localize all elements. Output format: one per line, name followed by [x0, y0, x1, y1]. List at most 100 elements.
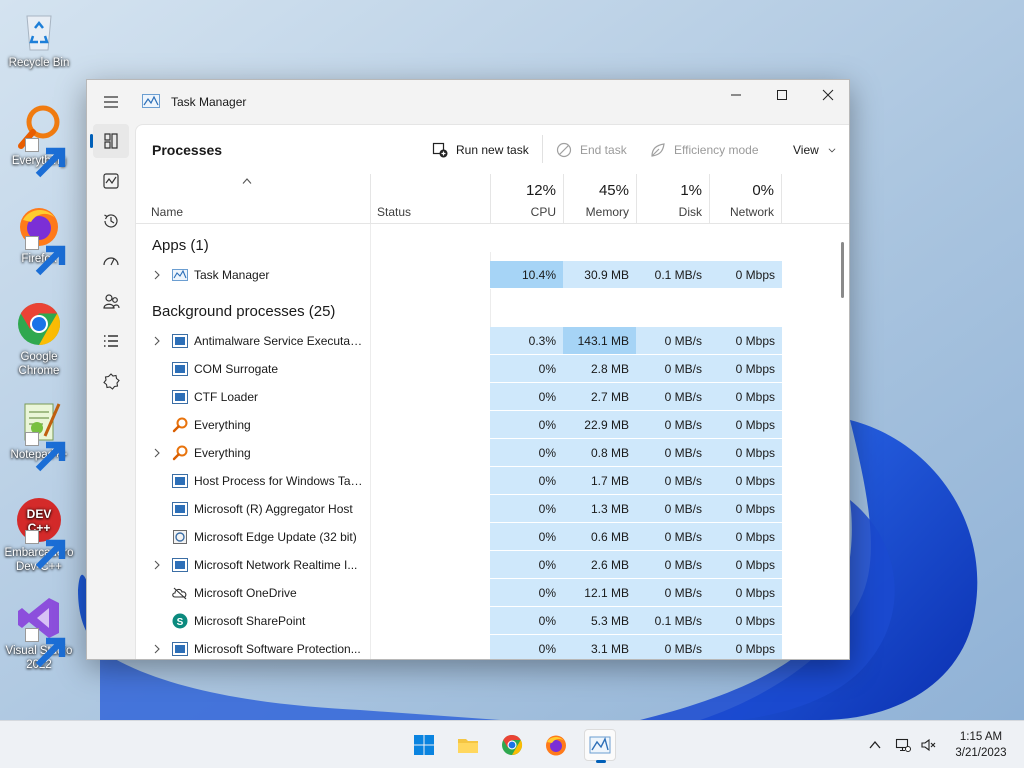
expand-chevron-icon[interactable] — [152, 448, 162, 458]
close-button[interactable] — [805, 80, 849, 110]
history-icon — [104, 214, 118, 228]
nav-details[interactable] — [93, 324, 129, 358]
table-row[interactable]: Everything 0% 22.9 MB 0 MB/s 0 Mbps — [136, 411, 782, 439]
service-window-icon — [172, 362, 188, 376]
system-clock[interactable]: 1:15 AM 3/21/2023 — [944, 729, 1018, 761]
start-button[interactable] — [408, 729, 440, 761]
column-header-cpu[interactable]: 12% CPU — [490, 174, 563, 224]
column-header-memory[interactable]: 45% Memory — [563, 174, 636, 224]
maximize-icon — [777, 90, 787, 100]
table-row[interactable]: Task Manager 10.4% 30.9 MB 0.1 MB/s 0 Mb… — [136, 261, 782, 289]
nav-startup-apps[interactable] — [93, 244, 129, 278]
desktop-icon-recycle-bin[interactable]: Recycle Bin — [2, 6, 76, 70]
command-separator — [542, 135, 543, 163]
hamburger-menu-icon[interactable] — [101, 92, 121, 112]
desktop-icon-dev-cpp[interactable]: DEV C++ Embarcadero Dev-C++ — [2, 496, 76, 574]
title-bar[interactable]: Task Manager — [87, 80, 849, 124]
expand-chevron-icon[interactable] — [152, 560, 162, 570]
desktop-icons: Recycle Bin Everything Firefox Google Ch… — [0, 0, 80, 720]
maximize-button[interactable] — [759, 80, 805, 110]
processes-icon — [104, 133, 118, 149]
table-row[interactable]: Antimalware Service Executable 0.3% 143.… — [136, 327, 782, 355]
table-row[interactable]: Microsoft Software Protection... 0% 3.1 … — [136, 635, 782, 659]
recycle-bin-icon — [26, 15, 52, 51]
desktop-icon-everything[interactable]: Everything — [2, 104, 76, 178]
table-row[interactable]: S Microsoft SharePoint 0% 5.3 MB 0.1 MB/… — [136, 607, 782, 635]
nav-app-history[interactable] — [93, 204, 129, 238]
view-menu-button[interactable]: View — [793, 137, 837, 163]
firefox-icon — [546, 735, 566, 756]
expand-chevron-icon[interactable] — [152, 270, 162, 280]
table-row[interactable]: Host Process for Windows Tasks 0% 1.7 MB… — [136, 467, 782, 495]
shortcut-arrow-icon — [25, 138, 66, 178]
task-manager-icon — [589, 736, 611, 754]
taskbar-file-explorer[interactable] — [452, 729, 484, 761]
disk-total-percent: 1% — [680, 182, 702, 199]
leaf-icon — [651, 143, 665, 157]
window-title: Task Manager — [171, 95, 247, 109]
taskbar-chrome[interactable] — [496, 729, 528, 761]
nav-services[interactable] — [93, 364, 129, 398]
desktop-icon-google-chrome[interactable]: Google Chrome — [2, 300, 76, 378]
network-total-percent: 0% — [752, 182, 774, 199]
column-header-disk[interactable]: 1% Disk — [636, 174, 709, 224]
chrome-icon — [18, 303, 61, 345]
command-bar: Processes Run new task End task Efficien… — [136, 125, 849, 174]
table-row[interactable]: Microsoft Edge Update (32 bit) 0% 0.6 MB… — [136, 523, 782, 551]
desktop-icon-notepad-plus-plus[interactable]: Notepad++ — [2, 398, 76, 472]
table-row[interactable]: Everything 0% 0.8 MB 0 MB/s 0 Mbps — [136, 439, 782, 467]
vertical-scrollbar-thumb[interactable] — [841, 242, 844, 298]
nav-users[interactable] — [93, 284, 129, 318]
table-row[interactable]: Microsoft (R) Aggregator Host 0% 1.3 MB … — [136, 495, 782, 523]
spacer — [490, 224, 563, 252]
table-row[interactable]: Microsoft Network Realtime I... 0% 2.6 M… — [136, 551, 782, 579]
services-icon — [103, 373, 120, 390]
network-icon[interactable] — [895, 737, 911, 753]
desktop-icon-firefox[interactable]: Firefox — [2, 202, 76, 276]
close-icon — [822, 89, 834, 101]
chevron-down-icon — [828, 148, 836, 153]
show-hidden-icons-chevron-up-icon[interactable] — [867, 737, 883, 753]
service-window-icon — [172, 558, 188, 572]
performance-icon — [103, 173, 119, 189]
clock-date: 3/21/2023 — [955, 747, 1007, 759]
details-list-icon — [104, 335, 118, 347]
expand-chevron-icon[interactable] — [152, 336, 162, 346]
taskbar: 1:15 AM 3/21/2023 — [0, 720, 1024, 768]
column-header-name[interactable]: Name — [136, 174, 370, 224]
task-manager-process-icon — [172, 269, 188, 281]
everything-process-icon — [172, 417, 188, 433]
taskbar-task-manager[interactable] — [584, 729, 616, 763]
nav-performance[interactable] — [93, 164, 129, 198]
minimize-button[interactable] — [713, 80, 759, 110]
shortcut-arrow-icon — [25, 236, 66, 276]
group-header-background: Background processes (25) — [152, 303, 336, 320]
windows-logo-icon — [414, 735, 434, 755]
service-window-icon — [172, 334, 188, 348]
desktop-icon-visual-studio[interactable]: Visual Studio 2022 — [2, 594, 76, 672]
end-task-button[interactable]: End task — [556, 137, 627, 163]
taskbar-firefox[interactable] — [540, 729, 572, 761]
column-header-network[interactable]: 0% Network — [709, 174, 782, 224]
service-window-icon — [172, 502, 188, 516]
service-window-icon — [172, 474, 188, 488]
end-task-icon — [556, 142, 572, 158]
service-window-icon — [172, 390, 188, 404]
column-header-status[interactable]: Status — [370, 174, 490, 224]
folder-icon — [458, 739, 478, 753]
users-icon — [103, 294, 120, 309]
table-row[interactable]: CTF Loader 0% 2.7 MB 0 MB/s 0 Mbps — [136, 383, 782, 411]
efficiency-mode-button[interactable]: Efficiency mode — [650, 137, 759, 163]
startup-icon — [103, 257, 119, 266]
page-title: Processes — [152, 142, 223, 158]
navigation-pane — [87, 124, 135, 659]
expand-chevron-icon[interactable] — [152, 644, 162, 654]
clock-time: 1:15 AM — [959, 731, 1003, 743]
run-new-task-icon — [432, 142, 448, 158]
nav-processes[interactable] — [90, 124, 129, 158]
volume-muted-icon[interactable] — [920, 737, 936, 753]
group-header-apps: Apps (1) — [152, 237, 209, 254]
table-row[interactable]: COM Surrogate 0% 2.8 MB 0 MB/s 0 Mbps — [136, 355, 782, 383]
table-row[interactable]: Microsoft OneDrive 0% 12.1 MB 0 MB/s 0 M… — [136, 579, 782, 607]
run-new-task-button[interactable]: Run new task — [432, 137, 529, 163]
